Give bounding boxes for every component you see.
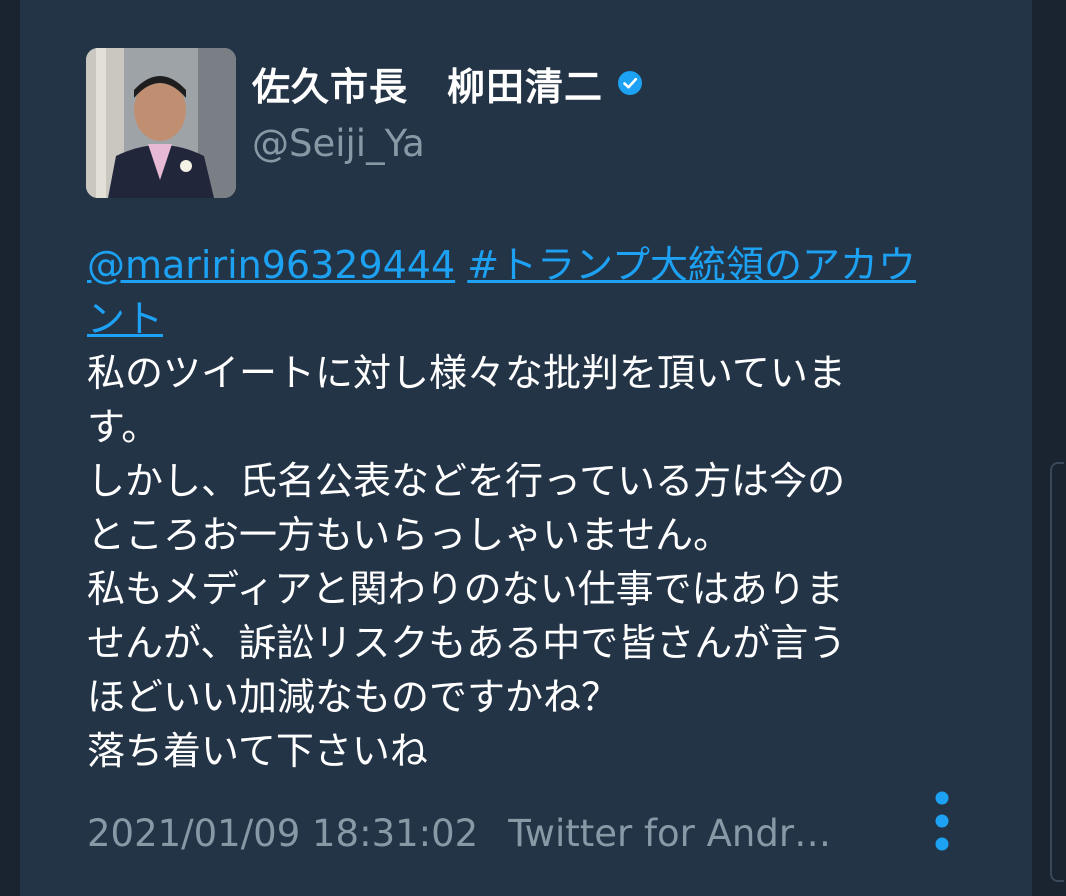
user-handle[interactable]: @Seiji_Ya [252,122,425,165]
avatar-image [86,48,236,198]
tweet-line: 私のツイートに対し様々な批判を頂いていま [87,351,846,395]
display-name[interactable]: 佐久市長 柳田清二 [252,56,603,111]
avatar[interactable] [86,48,236,198]
tweet-line: ほどいい加減なものですかね？ [87,675,620,719]
mention-link[interactable]: @maririn96329444 [87,243,455,287]
more-vertical-icon[interactable] [930,790,954,854]
page: 佐久市長 柳田清二 @Seiji_Ya @maririn96329444 #トラ… [0,0,1066,896]
timestamp[interactable]: 2021/01/09 18:31:02 [87,812,478,855]
hashtag-link-continued[interactable]: ント [87,297,163,341]
tweet-line: しかし、氏名公表などを行っている方は今の [87,459,846,503]
tweet-link-line: @maririn96329444 #トランプ大統領のアカウ [87,238,987,292]
tweet-link-line: ント [87,292,987,346]
verified-badge-icon [618,71,643,95]
tweet-line: せんが、訴訟リスクもある中で皆さんが言う [87,621,847,665]
tweet-line: 落ち着いて下さいね [87,729,428,773]
tweet-line: す。 [87,405,160,449]
tweet-line: 私もメディアと関わりのない仕事ではありま [87,567,844,611]
tweet-line: ところお一方もいらっしゃいません。 [87,513,732,557]
scrollbar[interactable] [1050,462,1064,882]
tweet-source[interactable]: Twitter for Andr… [508,812,831,855]
tweet-meta: 2021/01/09 18:31:02 Twitter for Andr… [87,812,831,855]
hashtag-link[interactable]: #トランプ大統領のアカウ [467,243,916,287]
name-row: 佐久市長 柳田清二 [252,56,643,111]
tweet-text: @maririn96329444 #トランプ大統領のアカウ ント 私のツイートに… [87,238,987,778]
tweet-card: 佐久市長 柳田清二 @Seiji_Ya @maririn96329444 #トラ… [20,0,1032,896]
